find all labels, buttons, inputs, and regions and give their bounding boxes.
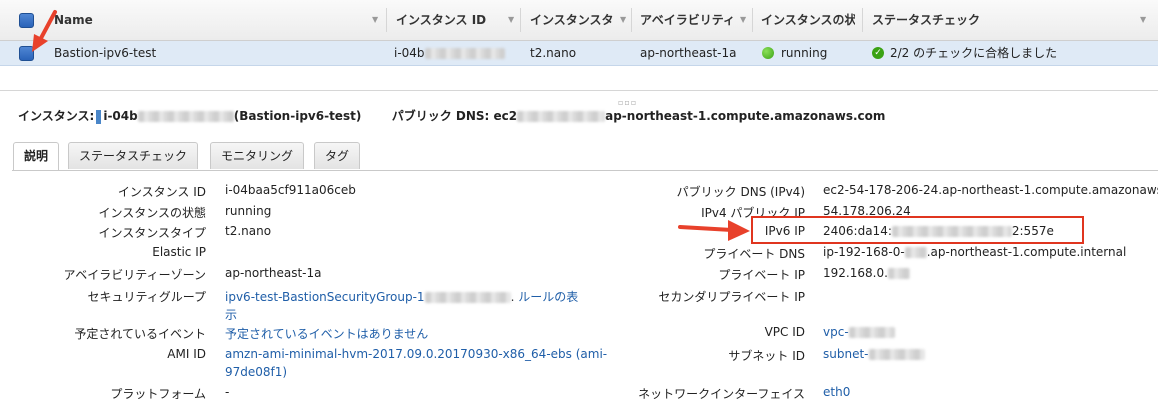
value-vpc-id: vpc- (823, 325, 895, 339)
label-instance-state: インスタンスの状態 (98, 206, 206, 220)
label-elastic-ip: Elastic IP (152, 245, 206, 259)
redacted-blur (848, 327, 895, 338)
value-platform: - (225, 385, 230, 399)
sort-caret-icon[interactable]: ▼ (1140, 0, 1146, 40)
id-marker (96, 109, 102, 124)
label-scheduled-events: 予定されているイベント (74, 327, 206, 341)
public-dns-label: パブリック DNS: (391, 109, 490, 123)
instance-id-prefix: i-04b (103, 109, 138, 123)
redacted-blur (517, 111, 606, 122)
column-divider (752, 8, 753, 32)
row-instance-id-text: i-04b (394, 46, 425, 60)
instance-label: インスタンス: (18, 109, 95, 123)
tab-monitoring[interactable]: モニタリング (210, 142, 305, 169)
red-arrow-icon (678, 220, 750, 241)
column-header-status-check[interactable]: ステータスチェック (872, 0, 1002, 40)
label-private-dns: プライベート DNS (703, 247, 805, 261)
row-instance-type: t2.nano (530, 46, 577, 60)
sort-caret-icon[interactable]: ▼ (620, 0, 626, 40)
pane-divider[interactable] (0, 90, 1158, 91)
redacted-blur (424, 48, 505, 59)
column-divider (386, 8, 387, 32)
private-dns-prefix: ip-192-168-0- (823, 245, 905, 259)
value-public-dns: ec2-54-178-206-24.ap-northeast-1.compute… (823, 183, 1158, 197)
sort-caret-icon[interactable]: ▼ (508, 0, 514, 40)
running-dot-icon (762, 47, 774, 59)
ipv6-highlight-box (751, 216, 1084, 244)
column-header-instance-state[interactable]: インスタンスの状 (761, 0, 855, 40)
red-arrow-icon (32, 10, 57, 52)
column-divider (520, 8, 521, 32)
label-ami-id: AMI ID (167, 347, 206, 361)
column-header-name[interactable]: Name (54, 0, 374, 40)
vpc-id-link[interactable]: vpc- (823, 325, 849, 339)
column-header-instance-id[interactable]: インスタンス ID (396, 0, 506, 40)
private-ip-prefix: 192.168.0. (823, 266, 888, 280)
value-scheduled-events[interactable]: 予定されているイベントはありません (225, 325, 428, 342)
sort-caret-icon[interactable]: ▼ (740, 0, 746, 40)
redacted-blur (887, 268, 910, 279)
resize-grip-icon[interactable]: ▫▫▫ (618, 98, 637, 107)
value-instance-id: i-04baa5cf911a06ceb (225, 183, 356, 197)
column-header-instance-type[interactable]: インスタンスタ (530, 0, 622, 40)
label-private-ip: プライベート IP (718, 268, 805, 282)
label-network-interfaces: ネットワークインターフェイス (638, 387, 805, 401)
tab-description[interactable]: 説明 (13, 142, 60, 171)
instance-table-header: Name ▼ インスタンス ID ▼ インスタンスタ ▼ アベイラビリティ ▼ … (0, 0, 1158, 41)
row-instance-id: i-04b (394, 41, 505, 65)
tab-tags[interactable]: タグ (314, 142, 361, 169)
value-ami-id-cont[interactable]: 97de08f1) (225, 365, 287, 379)
sort-caret-icon[interactable]: ▼ (372, 0, 378, 40)
row-status-check: 2/2 のチェックに合格しました (890, 46, 1058, 60)
view-rules-link-cont[interactable]: 示 (225, 306, 237, 323)
label-subnet-id: サブネット ID (728, 349, 805, 363)
value-security-groups: ipv6-test-BastionSecurityGroup-1. ルールの表 (225, 290, 579, 304)
column-divider (862, 8, 863, 32)
column-header-availability-zone[interactable]: アベイラビリティ (640, 0, 748, 40)
redacted-blur (424, 292, 511, 303)
value-subnet-id: subnet- (823, 347, 925, 361)
row-name: Bastion-ipv6-test (54, 46, 157, 60)
security-group-link[interactable]: ipv6-test-BastionSecurityGroup-1 (225, 290, 425, 304)
redacted-blur (904, 247, 927, 258)
label-secondary-private-ip: セカンダリプライベート IP (658, 290, 805, 304)
value-availability-zone: ap-northeast-1a (225, 266, 322, 280)
tabs-baseline (12, 170, 1158, 171)
value-instance-state: running (225, 204, 272, 218)
instance-name: (Bastion-ipv6-test) (233, 109, 362, 123)
private-dns-suffix: .ap-northeast-1.compute.internal (926, 245, 1127, 259)
value-ami-id[interactable]: amzn-ami-minimal-hvm-2017.09.0.20170930-… (225, 347, 607, 361)
value-private-dns: ip-192-168-0- .ap-northeast-1.compute.int… (823, 245, 1126, 259)
row-availability-zone: ap-northeast-1a (640, 46, 737, 60)
instance-summary: インスタンス: i-04b (Bastion-ipv6-test) パブリック DN… (18, 107, 885, 124)
value-instance-type: t2.nano (225, 224, 272, 238)
label-instance-id: インスタンス ID (117, 185, 206, 199)
instance-table-row[interactable]: Bastion-ipv6-test i-04b t2.nano ap-north… (0, 41, 1158, 66)
public-dns-suffix: ap-northeast-1.compute.amazonaws.com (605, 109, 886, 123)
label-instance-type: インスタンスタイプ (98, 226, 206, 240)
label-vpc-id: VPC ID (764, 325, 805, 339)
value-network-interface[interactable]: eth0 (823, 385, 850, 399)
check-circle-icon: ✓ (872, 47, 884, 59)
public-dns-prefix: ec2 (493, 109, 518, 123)
label-platform: プラットフォーム (110, 387, 206, 401)
label-availability-zone: アベイラビリティーゾーン (63, 268, 206, 282)
value-private-ip: 192.168.0. (823, 266, 910, 280)
subnet-id-link[interactable]: subnet- (823, 347, 869, 361)
redacted-blur (137, 111, 234, 122)
tab-status-checks[interactable]: ステータスチェック (68, 142, 199, 169)
redacted-blur (868, 349, 925, 360)
row-instance-state: running (781, 46, 828, 60)
label-public-dns: パブリック DNS (IPv4) (676, 185, 805, 199)
view-rules-link[interactable]: ルールの表 (518, 290, 578, 304)
column-divider (631, 8, 632, 32)
label-security-groups: セキュリティグループ (87, 290, 206, 304)
